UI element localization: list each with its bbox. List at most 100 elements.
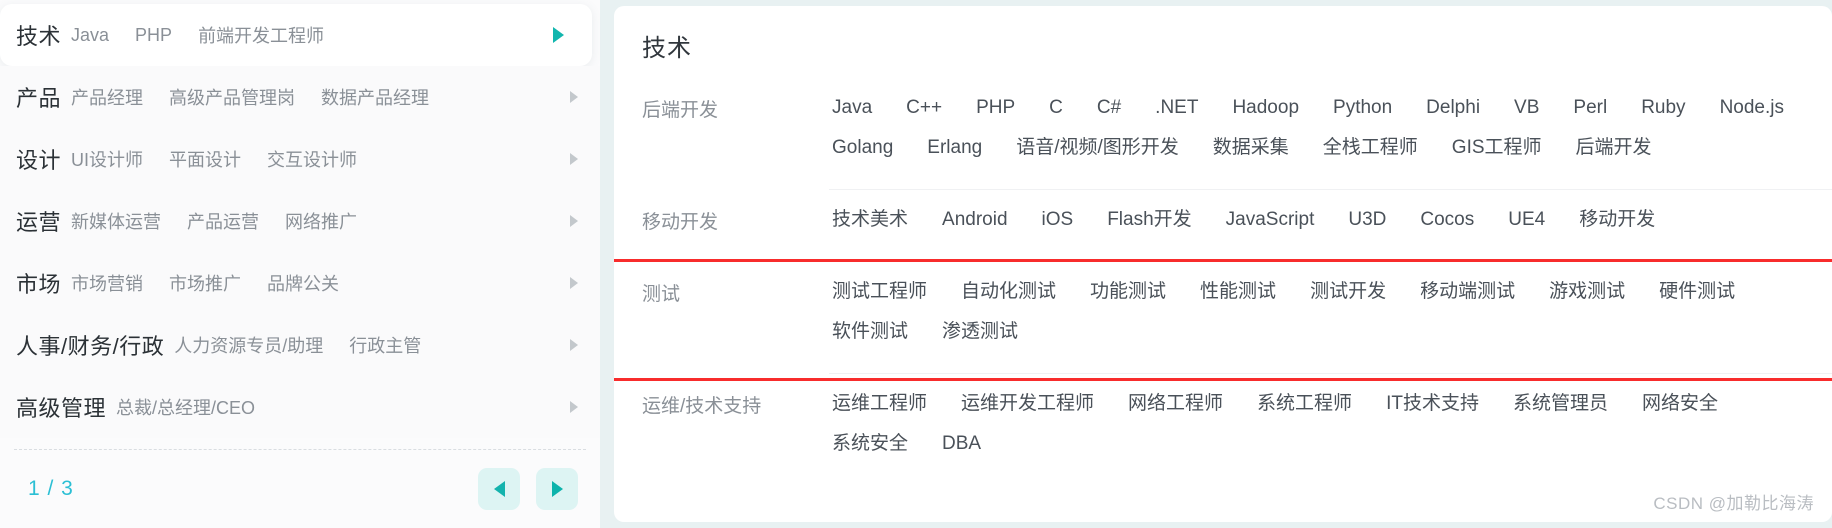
category-row[interactable]: 设计 UI设计师 平面设计 交互设计师 (0, 128, 600, 190)
job-item[interactable]: Flash开发 (1107, 207, 1191, 233)
job-item[interactable]: 语音/视频/图形开发 (1016, 135, 1179, 161)
job-item[interactable]: C++ (906, 95, 942, 121)
job-item[interactable]: Cocos (1420, 207, 1474, 233)
category-tag[interactable]: 平面设计 (169, 146, 241, 172)
job-item[interactable]: C# (1097, 95, 1121, 121)
job-item[interactable]: JavaScript (1226, 207, 1315, 233)
job-item[interactable]: 渗透测试 (942, 319, 1018, 345)
category-row[interactable]: 人事/财务/行政 人力资源专员/助理 行政主管 (0, 314, 600, 376)
job-item[interactable]: 硬件测试 (1659, 279, 1735, 305)
category-tag[interactable]: 高级产品管理岗 (169, 84, 295, 110)
category-row[interactable]: 高级管理 总裁/总经理/CEO (0, 376, 600, 438)
chevron-right-icon[interactable] (570, 339, 578, 351)
job-item[interactable]: 测试工程师 (832, 279, 927, 305)
job-item[interactable]: 移动端测试 (1420, 279, 1515, 305)
job-item-list: 技术美术 Android iOS Flash开发 JavaScript U3D Cocos U… (832, 189, 1822, 261)
triangle-left-icon (493, 481, 505, 497)
category-name: 高级管理 (16, 396, 107, 421)
job-item[interactable]: 运维工程师 (832, 391, 927, 417)
job-group-name: 测试 (642, 284, 681, 305)
group-separator (829, 373, 1832, 374)
category-tag[interactable]: PHP (135, 25, 172, 46)
category-tag[interactable]: 新媒体运营 (71, 208, 161, 234)
job-item[interactable]: iOS (1042, 207, 1074, 233)
job-item[interactable]: 自动化测试 (961, 279, 1056, 305)
category-tag-list: UI设计师 平面设计 交互设计师 (71, 146, 383, 172)
category-row[interactable]: 技术 Java PHP 前端开发工程师 (0, 4, 592, 66)
category-tag[interactable]: 市场营销 (71, 270, 143, 296)
job-item[interactable]: U3D (1348, 207, 1386, 233)
job-item[interactable]: Python (1333, 95, 1392, 121)
chevron-right-icon[interactable] (570, 401, 578, 413)
job-item[interactable]: 系统工程师 (1257, 391, 1352, 417)
category-tag[interactable]: Java (71, 25, 109, 46)
job-item[interactable]: 数据采集 (1213, 135, 1289, 161)
job-item[interactable]: Android (942, 207, 1008, 233)
category-tag[interactable]: 产品运营 (187, 208, 259, 234)
category-tag[interactable]: 网络推广 (285, 208, 357, 234)
chevron-right-icon[interactable] (570, 91, 578, 103)
job-item[interactable]: Node.js (1720, 95, 1784, 121)
job-item[interactable]: 游戏测试 (1549, 279, 1625, 305)
category-tag-list: 人力资源专员/助理 行政主管 (174, 332, 447, 358)
job-item[interactable]: UE4 (1508, 207, 1545, 233)
category-tag[interactable]: 前端开发工程师 (198, 22, 324, 48)
job-item[interactable]: VB (1514, 95, 1539, 121)
job-item[interactable]: 软件测试 (832, 319, 908, 345)
category-tag[interactable]: 人力资源专员/助理 (174, 332, 323, 358)
job-item[interactable]: 功能测试 (1090, 279, 1166, 305)
job-group: 移动开发 技术美术 Android iOS Flash开发 JavaScript U3D Co… (614, 189, 1832, 261)
job-item[interactable]: Perl (1573, 95, 1607, 121)
job-item[interactable]: Delphi (1426, 95, 1480, 121)
job-item[interactable]: C (1049, 95, 1063, 121)
job-item[interactable]: GIS工程师 (1452, 135, 1542, 161)
category-tag[interactable]: 行政主管 (349, 332, 421, 358)
job-item[interactable]: 测试开发 (1310, 279, 1386, 305)
job-item[interactable]: 运维开发工程师 (961, 391, 1094, 417)
category-tag[interactable]: 数据产品经理 (321, 84, 429, 110)
job-item[interactable]: Golang (832, 135, 893, 161)
category-tag[interactable]: 总裁/总经理/CEO (116, 394, 255, 420)
category-name: 设计 (16, 148, 62, 173)
job-item-list: 运维工程师 运维开发工程师 网络工程师 系统工程师 IT技术支持 系统管理员 网络安全系统安… (832, 373, 1822, 485)
job-item[interactable]: PHP (976, 95, 1015, 121)
job-group: 运维/技术支持 运维工程师 运维开发工程师 网络工程师 系统工程师 IT技术支持 系统管理员… (614, 373, 1832, 485)
job-item[interactable]: Java (832, 95, 872, 121)
category-tag[interactable]: 交互设计师 (267, 146, 357, 172)
chevron-right-icon[interactable] (570, 277, 578, 289)
pagination-prev-button[interactable] (478, 468, 520, 510)
job-item[interactable]: Ruby (1641, 95, 1685, 121)
job-item[interactable]: 网络安全 (1642, 391, 1718, 417)
chevron-right-icon[interactable] (570, 153, 578, 165)
job-group: 后端开发 Java C++ PHP C C# .NET Hadoop Python Delphi V… (614, 77, 1832, 189)
job-item[interactable]: .NET (1155, 95, 1198, 121)
chevron-right-icon[interactable] (553, 27, 564, 43)
chevron-right-icon[interactable] (570, 215, 578, 227)
job-item[interactable]: Hadoop (1232, 95, 1299, 121)
category-row[interactable]: 市场 市场营销 市场推广 品牌公关 (0, 252, 600, 314)
category-name: 人事/财务/行政 (16, 334, 165, 359)
job-item[interactable]: 技术美术 (832, 207, 908, 233)
sidebar-pagination: 1 / 3 (0, 450, 600, 528)
category-name: 运营 (16, 210, 62, 235)
category-tag[interactable]: 产品经理 (71, 84, 143, 110)
job-item[interactable]: 性能测试 (1200, 279, 1276, 305)
pagination-next-button[interactable] (536, 468, 578, 510)
job-item[interactable]: 移动开发 (1579, 207, 1655, 233)
category-row[interactable]: 运营 新媒体运营 产品运营 网络推广 (0, 190, 600, 252)
job-item[interactable]: 后端开发 (1576, 135, 1652, 161)
job-item[interactable]: 系统管理员 (1513, 391, 1608, 417)
category-tag[interactable]: 品牌公关 (267, 270, 339, 296)
job-item[interactable]: 网络工程师 (1128, 391, 1223, 417)
category-tag[interactable]: 市场推广 (169, 270, 241, 296)
detail-panel-title: 技术 (642, 35, 692, 62)
job-item[interactable]: Erlang (927, 135, 982, 161)
job-group-name: 运维/技术支持 (642, 396, 762, 417)
job-item[interactable]: DBA (942, 431, 981, 457)
category-row[interactable]: 产品 产品经理 高级产品管理岗 数据产品经理 (0, 66, 600, 128)
job-item[interactable]: 系统安全 (832, 431, 908, 457)
category-tag-list: 新媒体运营 产品运营 网络推广 (71, 208, 383, 234)
category-tag[interactable]: UI设计师 (71, 146, 143, 172)
job-item[interactable]: IT技术支持 (1386, 391, 1479, 417)
job-item[interactable]: 全栈工程师 (1323, 135, 1418, 161)
